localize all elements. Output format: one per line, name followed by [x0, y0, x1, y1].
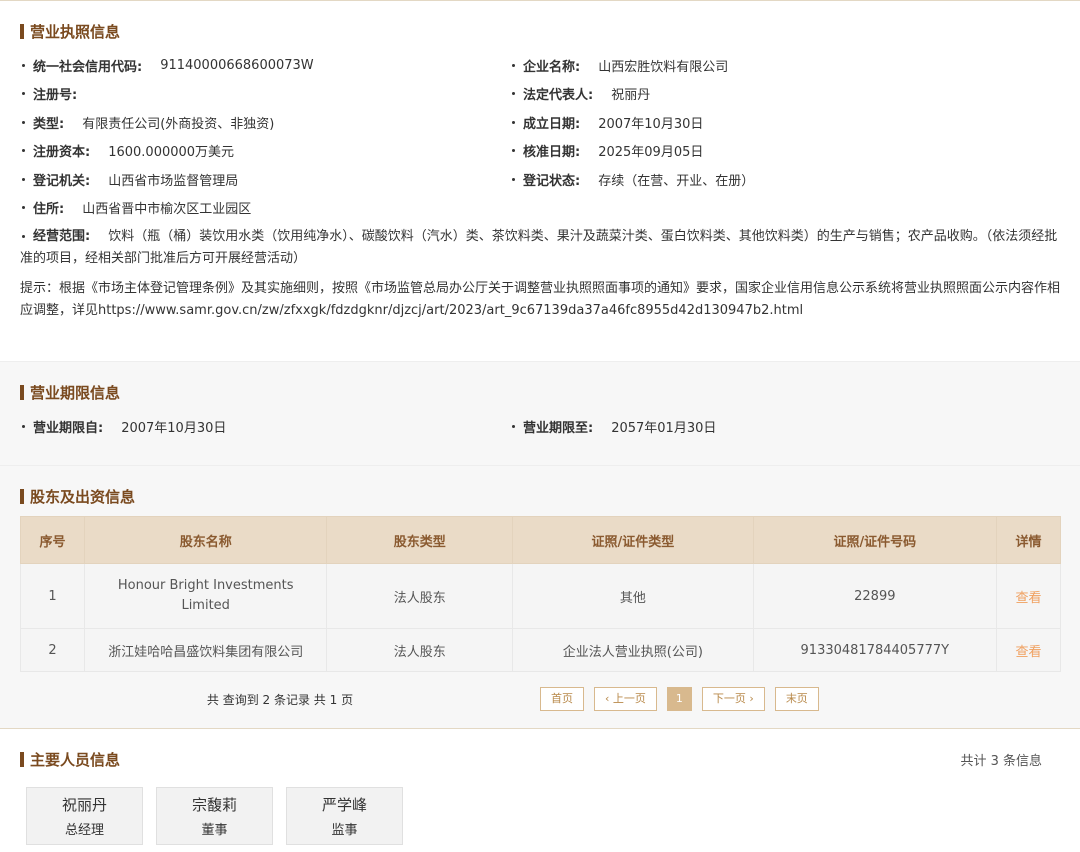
next-page-button[interactable]: 下一页 ›	[701, 687, 765, 711]
info-row: 统一社会信用代码: 91140000668600073W 企业名称: 山西宏胜饮…	[20, 51, 1060, 80]
bullet-icon	[22, 206, 25, 210]
header-no: 序号	[19, 516, 86, 564]
table-row: 1 Honour Bright Investments Limited 法人股东…	[19, 563, 1062, 629]
personnel-title: 主要人员信息 共计 3 条信息	[20, 729, 1060, 779]
info-row: 登记机关: 山西省市场监督管理局 登记状态: 存续（在营、开业、在册）	[20, 165, 1060, 194]
person-name: 宗馥莉	[191, 796, 237, 814]
last-page-button[interactable]: 末页	[774, 687, 819, 711]
authority-field: 登记机关: 山西省市场监督管理局	[20, 170, 510, 189]
cell-cert-type: 企业法人营业执照(公司)	[512, 628, 754, 672]
table-row: 2 浙江娃哈哈昌盛饮料集团有限公司 法人股东 企业法人营业执照(公司) 9133…	[19, 628, 1062, 672]
cell-no: 1	[19, 563, 86, 629]
first-page-button[interactable]: 首页	[540, 687, 584, 711]
capital-field: 注册资本: 1600.000000万美元	[20, 141, 510, 160]
term-to-field: 营业期限至: 2057年01月30日	[510, 417, 1000, 436]
cell-name: 浙江娃哈哈昌盛饮料集团有限公司	[84, 628, 328, 672]
person-name: 严学峰	[321, 796, 367, 814]
bullet-icon	[512, 92, 515, 96]
bullet-icon	[22, 63, 25, 67]
cell-type: 法人股东	[326, 628, 514, 672]
scope-field: 经营范围: 饮料（瓶（桶）装饮用水类（饮用纯净水）、碳酸饮料（汽水）类、茶饮料类、…	[20, 229, 1058, 266]
info-row: 注册资本: 1600.000000万美元 核准日期: 2025年09月05日	[20, 137, 1060, 166]
license-title: 营业执照信息	[20, 1, 1060, 51]
person-role: 监事	[331, 823, 358, 838]
founded-field: 成立日期: 2007年10月30日	[510, 113, 1000, 132]
bullet-icon	[22, 177, 25, 181]
shareholders-section: 股东及出资信息 序号 股东名称 股东类型 证照/证件类型 证照/证件号码 详情 …	[0, 465, 1080, 728]
license-section: 营业执照信息 统一社会信用代码: 91140000668600073W 企业名称…	[0, 0, 1080, 361]
notice-text: 提示：根据《市场主体登记管理条例》及其实施细则，按照《市场监管总局办公厅关于调整…	[20, 281, 1061, 318]
cell-name: Honour Bright Investments Limited	[84, 563, 328, 629]
view-detail-link[interactable]: 查看	[995, 563, 1062, 629]
bullet-icon	[512, 424, 515, 428]
bullet-icon	[22, 235, 25, 238]
header-type: 股东类型	[326, 516, 514, 564]
person-card[interactable]: 宗馥莉 董事	[156, 787, 273, 845]
type-field: 类型: 有限责任公司(外商投资、非独资)	[20, 113, 510, 132]
header-cert-type: 证照/证件类型	[512, 516, 754, 564]
person-role: 董事	[201, 823, 228, 838]
info-row: 住所: 山西省晋中市榆次区工业园区	[20, 194, 1060, 223]
bullet-icon	[22, 92, 25, 96]
info-row: 类型: 有限责任公司(外商投资、非独资) 成立日期: 2007年10月30日	[20, 108, 1060, 137]
cell-no: 2	[19, 628, 86, 672]
credit-code-field: 统一社会信用代码: 91140000668600073W	[20, 56, 510, 75]
bullet-icon	[512, 149, 515, 153]
current-page-button[interactable]: 1	[666, 687, 692, 711]
person-role: 总经理	[64, 823, 104, 838]
address-field: 住所: 山西省晋中市榆次区工业园区	[20, 198, 251, 217]
bullet-icon	[512, 120, 515, 124]
prev-page-button[interactable]: ‹ 上一页	[594, 687, 657, 711]
title-bar-icon	[20, 751, 24, 767]
table-header-row: 序号 股东名称 股东类型 证照/证件类型 证照/证件号码 详情	[19, 516, 1062, 564]
header-detail: 详情	[995, 516, 1062, 564]
term-section: 营业期限信息 营业期限自: 2007年10月30日 营业期限至: 2057年01…	[0, 361, 1080, 465]
status-field: 登记状态: 存续（在营、开业、在册）	[510, 170, 1000, 189]
approved-field: 核准日期: 2025年09月05日	[510, 141, 1000, 160]
shareholders-table: 序号 股东名称 股东类型 证照/证件类型 证照/证件号码 详情 1 Honour…	[19, 516, 1062, 672]
view-detail-link[interactable]: 查看	[995, 628, 1062, 672]
company-name-field: 企业名称: 山西宏胜饮料有限公司	[510, 56, 1000, 75]
bullet-icon	[22, 149, 25, 153]
info-row: 营业期限自: 2007年10月30日 营业期限至: 2057年01月30日	[20, 412, 1060, 441]
pagination-info: 共 查询到 2 条记录 共 1 页	[206, 692, 354, 707]
title-bar-icon	[20, 384, 24, 400]
term-from-field: 营业期限自: 2007年10月30日	[20, 417, 510, 436]
reg-no-field: 注册号:	[20, 84, 510, 103]
header-cert-no: 证照/证件号码	[752, 516, 997, 564]
cell-cert-no: 91330481784405777Y	[752, 628, 997, 672]
term-title: 营业期限信息	[20, 362, 1060, 412]
bullet-icon	[22, 424, 25, 428]
person-card[interactable]: 严学峰 监事	[286, 787, 403, 845]
person-name: 祝丽丹	[61, 796, 107, 814]
title-bar-icon	[20, 23, 24, 39]
cell-cert-type: 其他	[512, 563, 754, 629]
shareholders-title: 股东及出资信息	[20, 466, 1060, 516]
personnel-total: 共计 3 条信息	[960, 753, 1042, 769]
page: 营业执照信息 统一社会信用代码: 91140000668600073W 企业名称…	[0, 0, 1080, 852]
header-name: 股东名称	[84, 516, 328, 564]
personnel-list: 祝丽丹 总经理 宗馥莉 董事 严学峰 监事	[20, 787, 1060, 845]
title-bar-icon	[20, 488, 24, 504]
info-row: 注册号: 法定代表人: 祝丽丹	[20, 80, 1060, 109]
cell-type: 法人股东	[326, 563, 514, 629]
bullet-icon	[512, 63, 515, 67]
pagination: 共 查询到 2 条记录 共 1 页 首页 ‹ 上一页 1 下一页 › 末页	[20, 674, 1060, 724]
personnel-section: 主要人员信息 共计 3 条信息 祝丽丹 总经理 宗馥莉 董事 严学峰 监事	[0, 728, 1080, 852]
person-card[interactable]: 祝丽丹 总经理	[26, 787, 143, 845]
cell-cert-no: 22899	[752, 563, 997, 629]
legal-rep-field: 法定代表人: 祝丽丹	[510, 84, 1000, 103]
bullet-icon	[512, 177, 515, 181]
bullet-icon	[22, 120, 25, 124]
